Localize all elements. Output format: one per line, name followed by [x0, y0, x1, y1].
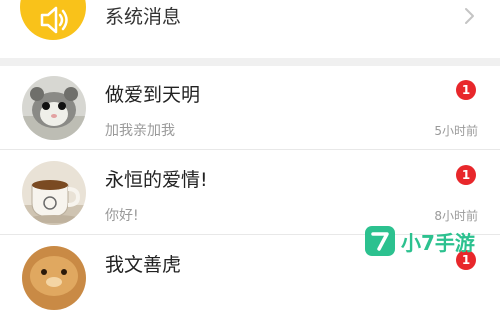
coffee-cup-avatar: [22, 161, 86, 225]
unread-badge: 1: [456, 80, 476, 100]
chat-name: 做爱到天明: [105, 84, 201, 106]
watermark-logo: 小7手游: [365, 226, 485, 256]
chat-list-item[interactable]: 做爱到天明 加我亲加我 1 5小时前: [0, 66, 500, 150]
watermark-icon: [365, 226, 395, 256]
hamster-avatar: [22, 246, 86, 310]
chat-timestamp: 5小时前: [434, 124, 478, 138]
row-divider: [0, 149, 500, 150]
chat-list-item[interactable]: 永恒的爱情! 你好! 1 8小时前: [0, 151, 500, 235]
chat-preview: 加我亲加我: [105, 123, 175, 139]
watermark-text: 小7手游: [401, 231, 475, 255]
unread-badge: 1: [456, 165, 476, 185]
chevron-right-icon: [465, 8, 474, 24]
chat-name: 我文善虎: [105, 254, 182, 276]
system-message-row[interactable]: 系统消息: [0, 0, 500, 58]
chat-preview: 你好!: [105, 208, 139, 224]
section-divider: [0, 58, 500, 66]
speaker-icon: [20, 0, 86, 40]
hamster-avatar: [22, 76, 86, 140]
chat-timestamp: 8小时前: [434, 209, 478, 223]
system-message-label: 系统消息: [105, 6, 182, 28]
chat-name: 永恒的爱情!: [105, 169, 208, 191]
